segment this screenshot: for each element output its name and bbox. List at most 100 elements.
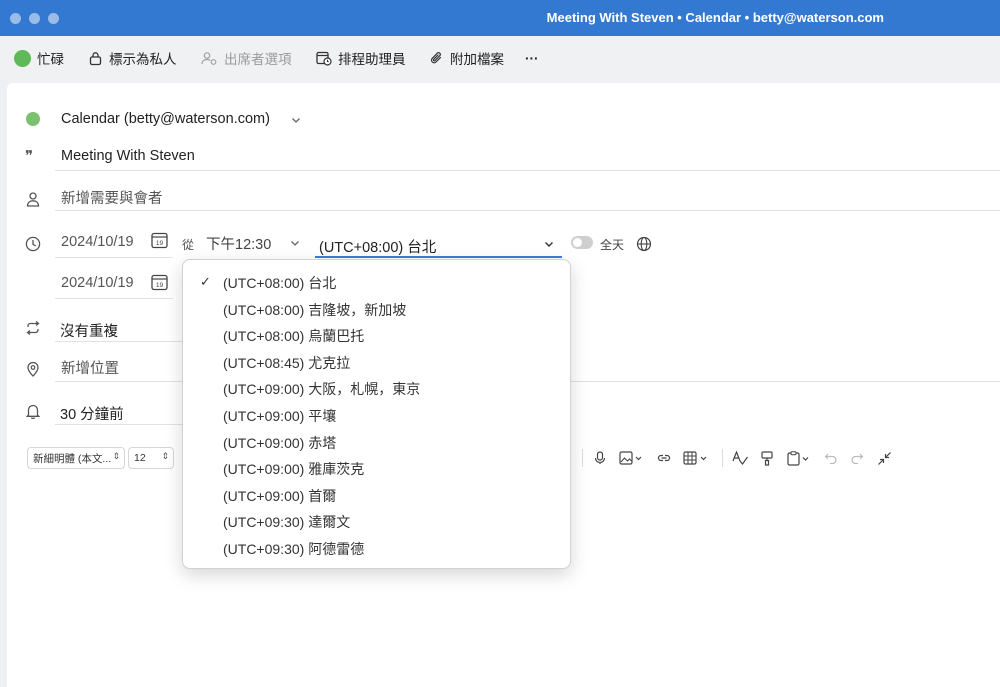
timezone-option-label: (UTC+09:30) 阿德雷德 xyxy=(223,541,365,557)
start-time-input[interactable]: 下午12:30 xyxy=(206,233,271,254)
paste-icon[interactable] xyxy=(786,450,814,466)
timezone-option-label: (UTC+09:00) 平壤 xyxy=(223,408,337,424)
end-date-underline xyxy=(55,298,173,299)
font-size-value: 12 xyxy=(134,452,146,464)
people-settings-icon xyxy=(201,51,217,65)
timezone-option-label: (UTC+09:00) 大阪，札幌，東京 xyxy=(223,381,421,398)
timezone-option-label: (UTC+09:00) 赤塔 xyxy=(223,434,337,451)
timezone-option[interactable]: (UTC+08:00) 烏蘭巴托 xyxy=(183,319,570,346)
spelling-check-icon[interactable] xyxy=(732,450,748,466)
repeat-underline xyxy=(55,341,182,342)
toolbar-separator xyxy=(582,449,583,467)
attendee-options-button[interactable]: 出席者選項 xyxy=(201,48,292,68)
font-family-value: 新細明體 (本文... xyxy=(33,452,112,465)
toolbar: 忙碌 標示為私人 出席者選項 排程助理員 附加檔案 ··· xyxy=(0,36,1000,80)
updown-chevron-icon: ⇕ xyxy=(161,451,169,461)
timezone-option[interactable]: (UTC+10:00) 坎培拉，墨爾本，雪梨 xyxy=(183,559,570,569)
end-date-calendar-day: 19 xyxy=(156,282,164,289)
collapse-toolbar-icon[interactable] xyxy=(876,450,892,466)
timezone-chevron-icon[interactable] xyxy=(543,237,555,255)
timezone-option[interactable]: (UTC+09:00) 首爾 xyxy=(183,479,570,506)
end-date-calendar-icon[interactable]: 19 xyxy=(151,274,168,291)
font-size-select[interactable]: 12 ⇕ xyxy=(128,447,174,469)
timezone-option-label: (UTC+08:45) 尤克拉 xyxy=(223,354,351,371)
repeat-selector[interactable]: 沒有重複 xyxy=(60,320,118,341)
quote-icon: ❞ xyxy=(25,147,34,165)
calendar-selector[interactable]: Calendar (betty@waterson.com) xyxy=(61,111,270,127)
timezone-selector[interactable]: (UTC+08:00) 台北 xyxy=(319,236,436,257)
font-family-select[interactable]: 新細明體 (本文... ⇕ xyxy=(27,447,125,469)
toolbar-separator xyxy=(722,449,723,467)
scheduling-assistant-button[interactable]: 排程助理員 xyxy=(316,48,406,68)
mark-private-button[interactable]: 標示為私人 xyxy=(88,48,177,68)
window-title: Meeting With Steven • Calendar • betty@w… xyxy=(546,10,884,25)
timezone-option[interactable]: (UTC+09:00) 平壤 xyxy=(183,399,570,426)
person-icon xyxy=(24,190,42,208)
timezone-option-label: (UTC+08:00) 台北 xyxy=(223,275,337,291)
reminder-underline xyxy=(55,424,182,425)
chevron-down-icon[interactable] xyxy=(290,113,302,131)
timezone-option[interactable]: (UTC+09:30) 達爾文 xyxy=(183,505,570,532)
timezone-dropdown: ✓ (UTC+08:00) 台北 (UTC+08:00) 吉隆坡，新加坡 (UTC+0… xyxy=(182,259,571,569)
start-date-input[interactable]: 2024/10/19 xyxy=(61,234,134,250)
all-day-label: 全天 xyxy=(600,238,625,252)
event-title-input[interactable]: Meeting With Steven xyxy=(61,148,195,164)
all-day-toggle[interactable] xyxy=(571,236,593,249)
location-pin-icon xyxy=(24,360,42,378)
lock-icon xyxy=(89,51,102,65)
globe-icon[interactable] xyxy=(636,236,652,257)
start-date-calendar-day: 19 xyxy=(156,240,164,247)
start-date-calendar-icon[interactable]: 19 xyxy=(151,232,168,249)
insert-link-icon[interactable] xyxy=(656,450,672,466)
attach-file-button[interactable]: 附加檔案 xyxy=(430,48,504,68)
title-divider xyxy=(55,170,1000,171)
attendees-divider xyxy=(55,210,1000,211)
dictate-microphone-icon[interactable] xyxy=(592,450,608,466)
mark-private-label: 標示為私人 xyxy=(109,52,177,67)
checkmark-icon: ✓ xyxy=(200,274,211,289)
minimize-window-button[interactable] xyxy=(29,13,40,24)
timezone-option[interactable]: ✓ (UTC+08:00) 台北 xyxy=(183,266,570,293)
location-input[interactable]: 新增位置 xyxy=(61,357,119,378)
calendar-color-icon xyxy=(26,112,40,126)
timezone-option[interactable]: (UTC+09:00) 赤塔 xyxy=(183,426,570,453)
more-options-button[interactable]: ··· xyxy=(525,48,539,68)
insert-table-icon[interactable] xyxy=(682,450,712,466)
attendees-input[interactable]: 新增需要與會者 xyxy=(61,187,163,208)
repeat-icon xyxy=(24,319,42,337)
close-window-button[interactable] xyxy=(10,13,21,24)
busy-status-button[interactable]: 忙碌 xyxy=(14,48,64,68)
reminder-selector[interactable]: 30 分鐘前 xyxy=(60,403,124,424)
start-time-chevron-icon[interactable] xyxy=(289,236,301,254)
calendar-clock-icon xyxy=(316,51,332,66)
timezone-option-label: (UTC+09:00) 雅庫茨克 xyxy=(223,461,365,478)
busy-status-label: 忙碌 xyxy=(37,52,64,67)
timezone-option-label: (UTC+08:00) 吉隆坡，新加坡 xyxy=(223,301,407,318)
timezone-option[interactable]: (UTC+09:00) 雅庫茨克 xyxy=(183,452,570,479)
timezone-option[interactable]: (UTC+08:45) 尤克拉 xyxy=(183,346,570,373)
attendee-options-label: 出席者選項 xyxy=(224,52,292,67)
timezone-focus-underline xyxy=(315,256,562,258)
timezone-option-label: (UTC+08:00) 烏蘭巴托 xyxy=(223,328,365,345)
end-date-input[interactable]: 2024/10/19 xyxy=(61,275,134,291)
title-bar: Meeting With Steven • Calendar • betty@w… xyxy=(0,0,1000,36)
attach-file-label: 附加檔案 xyxy=(450,52,504,67)
timezone-option-label: (UTC+10:00) 坎培拉，墨爾本，雪梨 xyxy=(223,566,448,569)
timezone-option-label: (UTC+09:30) 達爾文 xyxy=(223,514,351,531)
format-painter-icon[interactable] xyxy=(759,450,775,466)
clock-icon xyxy=(24,235,42,253)
paperclip-icon xyxy=(430,51,442,63)
timezone-option[interactable]: (UTC+09:00) 大阪，札幌，東京 xyxy=(183,372,570,399)
zoom-window-button[interactable] xyxy=(48,13,59,24)
timezone-option[interactable]: (UTC+08:00) 吉隆坡，新加坡 xyxy=(183,293,570,320)
start-date-underline xyxy=(55,257,173,258)
insert-picture-icon[interactable] xyxy=(618,450,646,466)
from-label: 從 xyxy=(182,238,195,252)
scheduling-assistant-label: 排程助理員 xyxy=(338,52,406,67)
undo-icon[interactable] xyxy=(823,450,839,466)
timezone-option[interactable]: (UTC+09:30) 阿德雷德 xyxy=(183,532,570,559)
bell-icon xyxy=(24,402,42,420)
redo-icon[interactable] xyxy=(849,450,865,466)
updown-chevron-icon: ⇕ xyxy=(112,451,120,461)
timezone-option-label: (UTC+09:00) 首爾 xyxy=(223,487,337,504)
